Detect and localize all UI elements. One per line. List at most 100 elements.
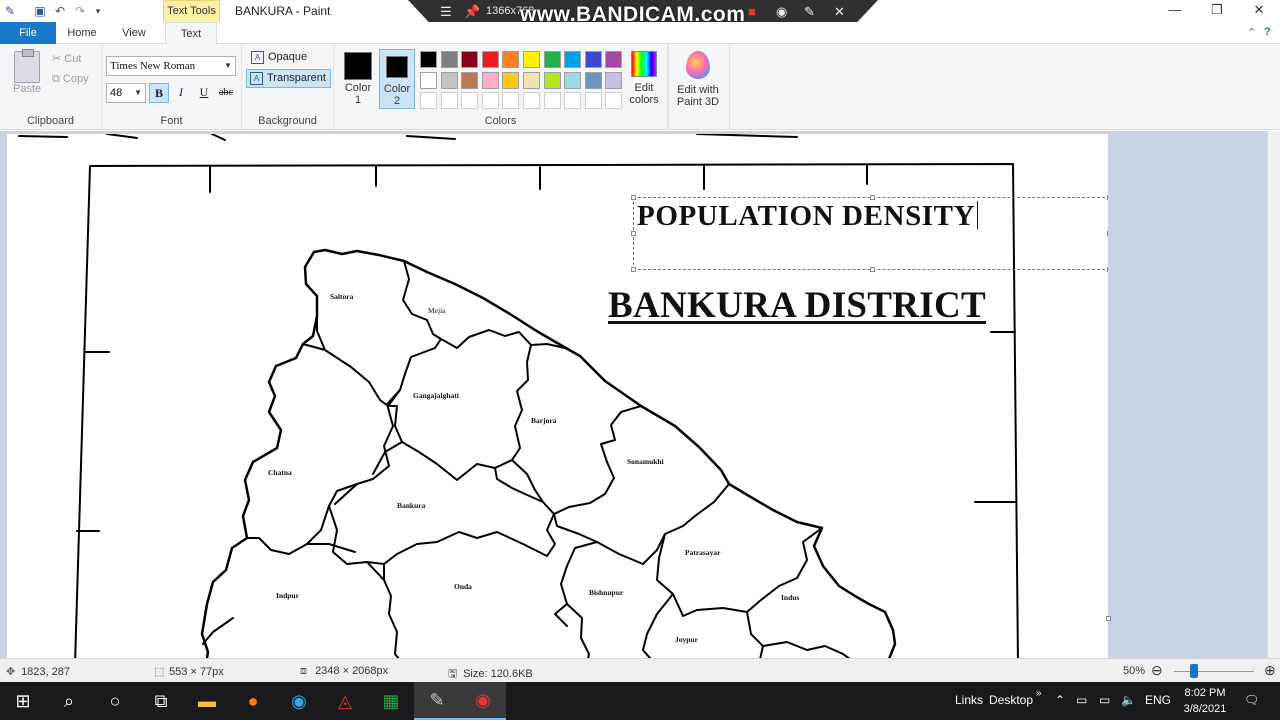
palette-color-swatch[interactable] [584,71,602,89]
show-hidden-icons[interactable]: ⌃ [1055,693,1065,707]
edit-colors-button[interactable]: Edit colors [626,49,662,106]
cortana-icon[interactable]: ○ [92,682,138,720]
resize-handle-s[interactable] [870,267,875,272]
record-icon[interactable]: ■ [748,4,756,19]
zoom-out-icon[interactable]: ⊖ [1151,662,1163,679]
palette-color-swatch[interactable] [543,92,561,109]
canvas-workspace[interactable]: Saltora Mejia Gangajalghati Barjora Sona… [0,131,1267,658]
palette-color-swatch[interactable] [440,71,458,89]
search-icon[interactable]: ⌕ [46,682,92,720]
palette-color-swatch[interactable] [584,51,602,68]
resize-handle-n[interactable] [870,195,875,200]
file-explorer-icon[interactable]: ▬ [184,682,230,720]
palette-color-swatch[interactable] [481,71,499,89]
more-toolbars-icon[interactable]: » [1036,688,1042,699]
palette-color-swatch[interactable] [420,51,437,68]
palette-color-swatch[interactable] [523,92,540,109]
palette-color-swatch[interactable] [564,92,582,109]
desktop-toolbar[interactable]: Desktop [989,693,1033,707]
palette-color-swatch[interactable] [543,71,561,89]
palette-color-swatch[interactable] [461,51,479,68]
color1-button[interactable]: Color 1 [340,49,376,109]
start-icon[interactable]: ⊞ [0,682,46,720]
firefox-icon[interactable]: ● [230,682,276,720]
palette-color-swatch[interactable] [502,71,520,89]
restore-button[interactable]: ❐ [1196,0,1238,22]
tab-file[interactable]: File [0,22,56,44]
font-size-select[interactable]: 48 ▼ [106,83,146,103]
palette-color-swatch[interactable] [461,92,479,109]
bold-button[interactable]: B [149,83,169,103]
redo-icon[interactable]: ↷ [72,3,88,19]
zoom-slider-thumb[interactable] [1190,664,1198,678]
undo-icon[interactable]: ↶ [52,3,68,19]
battery-icon[interactable]: ▭ [1099,693,1110,707]
palette-color-swatch[interactable] [523,51,540,68]
palette-color-swatch[interactable] [543,51,561,68]
resize-handle-nw[interactable] [631,195,636,200]
notifications-icon[interactable]: 🗨 [1244,693,1259,707]
resize-handle-sw[interactable] [631,267,636,272]
paste-icon[interactable] [14,49,40,83]
resize-handle-ne[interactable] [1107,195,1108,200]
transparent-button[interactable]: A Transparent [246,69,331,88]
font-family-select[interactable]: Times New Roman ▼ [106,56,236,76]
opaque-button[interactable]: A Opaque [248,49,311,68]
taskbar-clock[interactable]: 8:02 PM 3/8/2021 [1176,685,1234,717]
italic-button[interactable]: I [171,83,191,103]
palette-color-swatch[interactable] [420,92,437,109]
palette-color-swatch[interactable] [502,51,520,68]
camera-icon[interactable]: ◉ [776,4,787,20]
copy-button[interactable]: ⧉ Copy [52,73,89,86]
palette-color-swatch[interactable] [420,71,437,89]
text-box-content[interactable]: POPULATION DENSITY [637,200,979,233]
help-icon[interactable]: ? [1264,26,1271,38]
resize-handle-e[interactable] [1107,231,1108,236]
customize-toolbar-icon[interactable]: ▾ [90,3,106,19]
resize-handle-se[interactable] [1107,267,1108,272]
palette-color-swatch[interactable] [605,51,623,68]
edge-icon[interactable]: ◉ [276,682,322,720]
acrobat-icon[interactable]: ◬ [322,682,368,720]
edit-with-paint3d-button[interactable]: Edit with Paint 3D [673,49,723,108]
zoom-slider[interactable] [1174,671,1254,672]
resize-handle-w[interactable] [631,231,636,236]
links-toolbar[interactable]: Links [955,693,983,707]
close-button[interactable]: ✕ [1238,0,1280,22]
cut-button[interactable]: ✂ Cut [52,52,81,65]
palette-color-swatch[interactable] [440,92,458,109]
minimize-button[interactable]: — [1154,0,1196,22]
tab-text[interactable]: Text [165,22,217,45]
palette-color-swatch[interactable] [523,71,540,89]
strikethrough-button[interactable]: abc [216,83,236,103]
recorder-close-icon[interactable]: ✕ [834,4,845,20]
palette-color-swatch[interactable] [440,51,458,68]
paint-taskbar-icon[interactable]: ✎ [414,682,460,720]
tab-view[interactable]: View [112,22,156,44]
color2-button[interactable]: Color 2 [379,49,415,109]
palette-color-swatch[interactable] [461,71,479,89]
task-view-icon[interactable]: ⧉ [138,682,184,720]
text-box[interactable]: POPULATION DENSITY [631,195,1108,272]
palette-color-swatch[interactable] [481,92,499,109]
palette-color-swatch[interactable] [605,71,623,89]
tab-home[interactable]: Home [60,22,104,44]
palette-color-swatch[interactable] [564,51,582,68]
canvas-resize-handle[interactable] [1106,616,1111,621]
collapse-ribbon-icon[interactable]: ⌃ [1247,26,1256,39]
pen-icon[interactable]: ✎ [804,4,815,20]
underline-button[interactable]: U [194,83,214,103]
menu-icon[interactable]: ☰ [440,4,452,20]
palette-color-swatch[interactable] [584,92,602,109]
palette-color-swatch[interactable] [564,71,582,89]
pin-icon[interactable]: 📌 [464,4,480,20]
palette-color-swatch[interactable] [481,51,499,68]
save-icon[interactable]: ▣ [32,3,48,19]
paste-button[interactable]: Paste [13,83,41,95]
palette-color-swatch[interactable] [502,92,520,109]
zoom-in-icon[interactable]: ⊕ [1264,662,1276,679]
drawing-canvas[interactable]: Saltora Mejia Gangajalghati Barjora Sona… [7,134,1108,658]
volume-icon[interactable]: 🔈 [1121,693,1136,707]
bandicam-taskbar-icon[interactable]: ◉ [460,682,506,720]
vertical-scrollbar[interactable] [1267,131,1280,658]
